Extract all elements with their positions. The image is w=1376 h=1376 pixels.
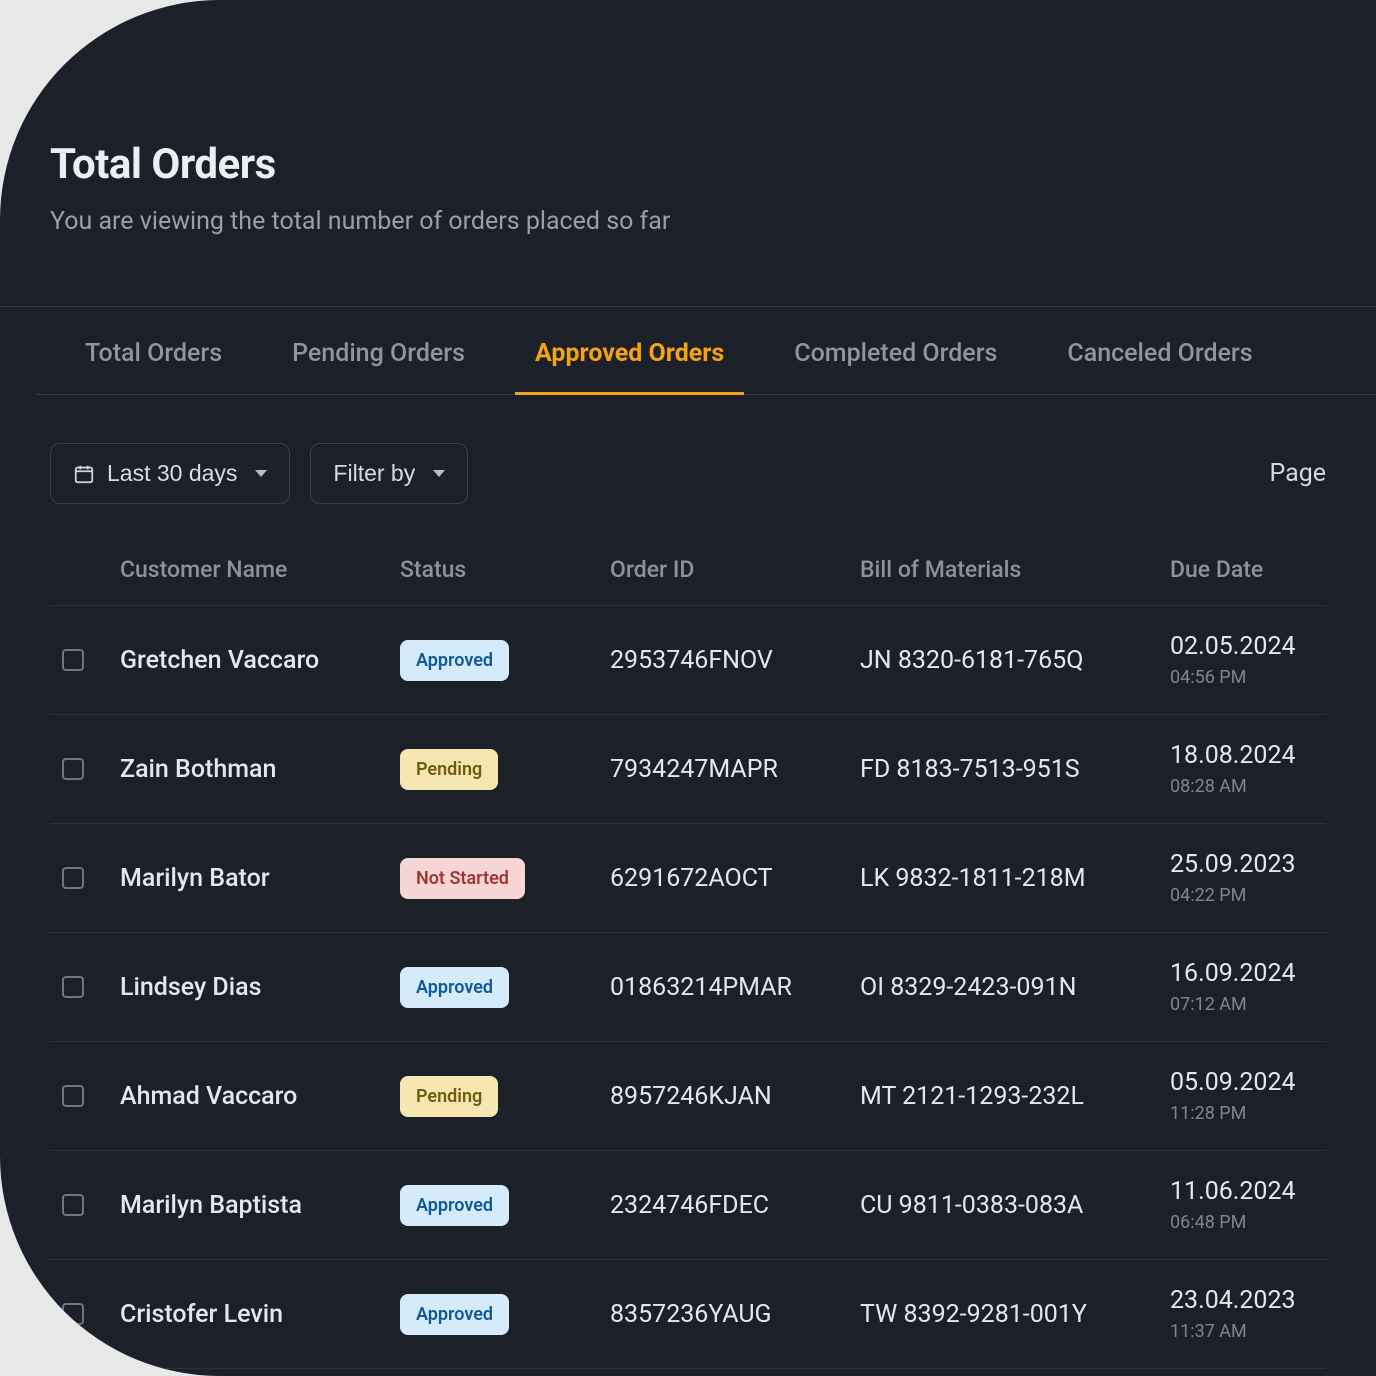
due-date: 02.05.2024 04:56 PM <box>1170 632 1326 688</box>
due-date-value: 23.04.2023 <box>1170 1286 1326 1315</box>
due-date-value: 05.09.2024 <box>1170 1068 1326 1097</box>
bill-of-materials: OI 8329-2423-091N <box>860 973 1170 1002</box>
due-date: 11.06.2024 06:48 PM <box>1170 1177 1326 1233</box>
calendar-icon <box>73 463 95 485</box>
row-checkbox[interactable] <box>62 867 84 889</box>
tab-pending-orders[interactable]: Pending Orders <box>292 307 465 394</box>
filter-by-button[interactable]: Filter by <box>310 443 468 504</box>
table-row: Ahmad VaccaroPending 8957246KJANMT 2121-1… <box>50 1042 1326 1151</box>
filters-row: Last 30 days Filter by Page <box>0 395 1376 528</box>
due-time-value: 11:28 PM <box>1170 1103 1326 1124</box>
date-range-label: Last 30 days <box>107 460 237 487</box>
row-checkbox[interactable] <box>62 1194 84 1216</box>
tab-approved-orders[interactable]: Approved Orders <box>535 307 724 394</box>
customer-name: Marilyn Baptista <box>120 1191 400 1220</box>
order-id: 2953746FNOV <box>610 646 860 675</box>
row-checkbox[interactable] <box>62 758 84 780</box>
due-time-value: 04:22 PM <box>1170 885 1326 906</box>
col-customer: Customer Name <box>120 556 400 583</box>
order-id: 01863214PMAR <box>610 973 860 1002</box>
bill-of-materials: LK 9832-1811-218M <box>860 864 1170 893</box>
due-date: 16.09.2024 07:12 AM <box>1170 959 1326 1015</box>
due-date: 25.09.2023 04:22 PM <box>1170 850 1326 906</box>
chevron-down-icon <box>255 470 267 477</box>
col-order-id: Order ID <box>610 556 860 583</box>
bill-of-materials: JN 8320-6181-765Q <box>860 646 1170 675</box>
status-badge: Approved <box>400 640 509 681</box>
col-due: Due Date <box>1170 556 1326 583</box>
page-label: Page <box>1269 459 1326 488</box>
table-row: Gretchen VaccaroApproved 2953746FNOVJN 83… <box>50 606 1326 715</box>
page-subtitle: You are viewing the total number of orde… <box>50 207 1326 236</box>
due-time-value: 04:56 PM <box>1170 667 1326 688</box>
bill-of-materials: CU 9811-0383-083A <box>860 1191 1170 1220</box>
customer-name: Marilyn Bator <box>120 864 400 893</box>
customer-name: Ahmad Vaccaro <box>120 1082 400 1111</box>
due-date: 23.04.2023 11:37 AM <box>1170 1286 1326 1342</box>
row-checkbox[interactable] <box>62 649 84 671</box>
bill-of-materials: MT 2121-1293-232L <box>860 1082 1170 1111</box>
due-time-value: 06:48 PM <box>1170 1212 1326 1233</box>
due-date: 05.09.2024 11:28 PM <box>1170 1068 1326 1124</box>
chevron-down-icon <box>433 470 445 477</box>
col-bom: Bill of Materials <box>860 556 1170 583</box>
customer-name: Cristofer Levin <box>120 1300 400 1329</box>
order-id: 6291672AOCT <box>610 864 860 893</box>
tab-canceled-orders[interactable]: Canceled Orders <box>1067 307 1252 394</box>
header: Total Orders You are viewing the total n… <box>0 0 1376 266</box>
row-checkbox[interactable] <box>62 1303 84 1325</box>
date-range-button[interactable]: Last 30 days <box>50 443 290 504</box>
page-title: Total Orders <box>50 140 1326 189</box>
row-checkbox[interactable] <box>62 976 84 998</box>
tab-total-orders[interactable]: Total Orders <box>85 307 222 394</box>
due-date: 18.08.2024 08:28 AM <box>1170 741 1326 797</box>
order-id: 2324746FDEC <box>610 1191 860 1220</box>
tab-completed-orders[interactable]: Completed Orders <box>794 307 997 394</box>
table-row: Lindsey DiasApproved 01863214PMAROI 8329-… <box>50 933 1326 1042</box>
bill-of-materials: TW 8392-9281-001Y <box>860 1300 1170 1329</box>
due-date-value: 25.09.2023 <box>1170 850 1326 879</box>
tabs: Total Orders Pending Orders Approved Order… <box>35 307 1376 395</box>
due-date-value: 11.06.2024 <box>1170 1177 1326 1206</box>
due-time-value: 07:12 AM <box>1170 994 1326 1015</box>
due-date-value: 02.05.2024 <box>1170 632 1326 661</box>
due-date-value: 18.08.2024 <box>1170 741 1326 770</box>
row-checkbox[interactable] <box>62 1085 84 1107</box>
order-id: 8957246KJAN <box>610 1082 860 1111</box>
customer-name: Lindsey Dias <box>120 973 400 1002</box>
orders-panel: Total Orders You are viewing the total n… <box>0 0 1376 1376</box>
customer-name: Zain Bothman <box>120 755 400 784</box>
table-row: Marilyn BaptistaApproved 2324746FDECCU 98… <box>50 1151 1326 1260</box>
due-time-value: 11:37 AM <box>1170 1321 1326 1342</box>
status-badge: Not Started <box>400 858 525 899</box>
bill-of-materials: FD 8183-7513-951S <box>860 755 1170 784</box>
status-badge: Pending <box>400 1076 498 1117</box>
order-id: 7934247MAPR <box>610 755 860 784</box>
orders-table: Customer Name Status Order ID Bill of Ma… <box>0 528 1376 1369</box>
status-badge: Approved <box>400 1185 509 1226</box>
due-time-value: 08:28 AM <box>1170 776 1326 797</box>
due-date-value: 16.09.2024 <box>1170 959 1326 988</box>
status-badge: Approved <box>400 967 509 1008</box>
status-badge: Approved <box>400 1294 509 1335</box>
status-badge: Pending <box>400 749 498 790</box>
order-id: 8357236YAUG <box>610 1300 860 1329</box>
filter-by-label: Filter by <box>333 460 415 487</box>
table-row: Marilyn BatorNot Started 6291672AOCTLK 98… <box>50 824 1326 933</box>
table-header: Customer Name Status Order ID Bill of Ma… <box>50 528 1326 606</box>
col-status: Status <box>400 556 610 583</box>
customer-name: Gretchen Vaccaro <box>120 646 400 675</box>
table-row: Cristofer LevinApproved 8357236YAUGTW 839… <box>50 1260 1326 1369</box>
table-row: Zain BothmanPending 7934247MAPRFD 8183-75… <box>50 715 1326 824</box>
